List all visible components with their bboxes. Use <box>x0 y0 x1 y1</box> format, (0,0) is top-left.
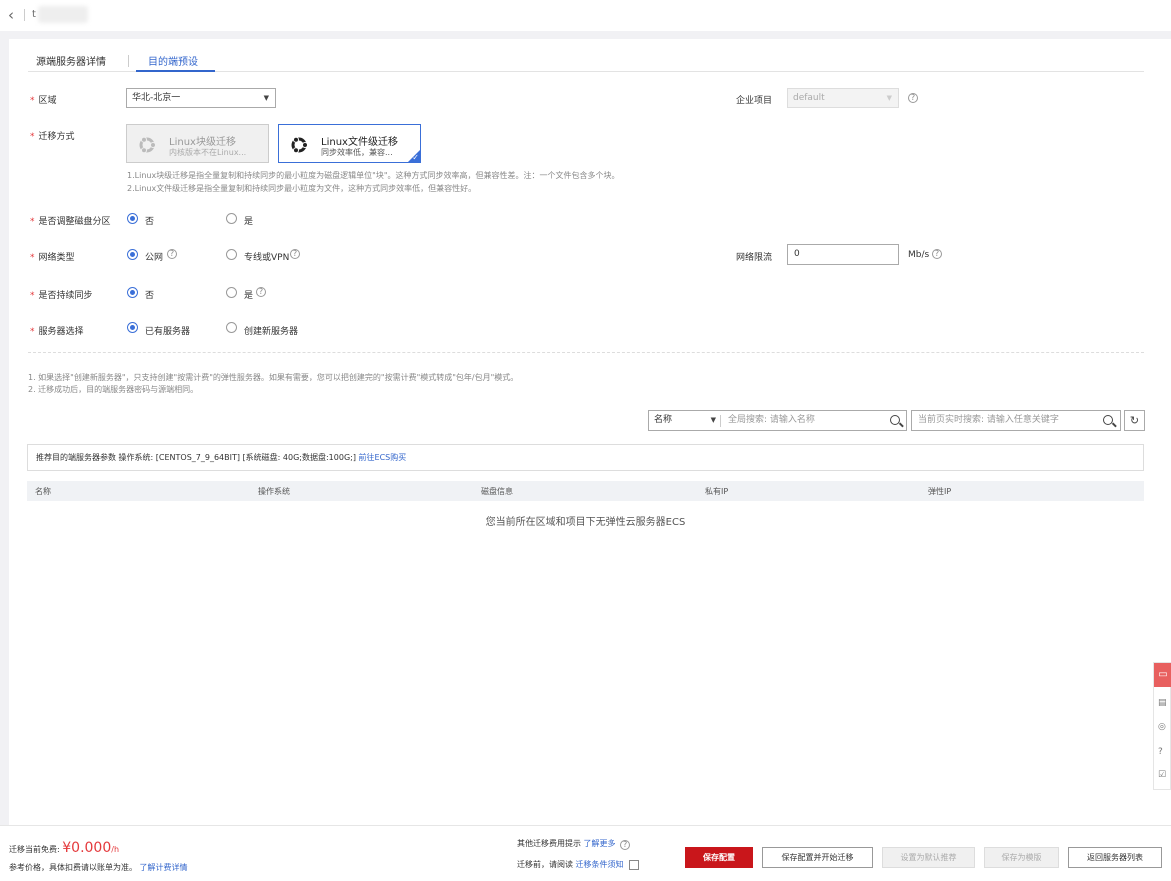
question-icon[interactable]: ? <box>1158 747 1163 757</box>
caret-down-icon: ▼ <box>886 94 892 102</box>
region-select[interactable]: 华北-北京一 ▼ <box>126 88 276 108</box>
sync-label: * 是否持续同步 <box>30 291 93 301</box>
refresh-button[interactable]: ↻ <box>1124 410 1145 431</box>
sync-no-radio[interactable] <box>127 287 138 298</box>
divider <box>24 9 25 21</box>
tip-2: 2. 迁移成功后，目的端服务器密码与源端相同。 <box>28 385 199 394</box>
save-config-button[interactable]: 保存配置 <box>685 847 753 868</box>
set-default-button: 设置为默认推荐 <box>882 847 975 868</box>
tab-target-preset[interactable]: 目的端预设 <box>148 53 198 68</box>
back-to-list-button[interactable]: 返回服务器列表 <box>1068 847 1162 868</box>
migration-note-1: 1.Linux块级迁移是指全量复制和持续同步的最小粒度为磁盘逻辑单位"块"。这种… <box>127 171 620 180</box>
region-label: * 区域 <box>30 96 57 106</box>
sync-yes-radio[interactable] <box>226 287 237 298</box>
option-desc: 同步效率低，兼容... <box>321 148 393 157</box>
table-empty-message: 您当前所在区域和项目下无弹性云服务器ECS <box>485 517 686 528</box>
help-icon[interactable]: ? <box>256 287 266 297</box>
enterprise-select: default ▼ <box>787 88 899 108</box>
help-icon[interactable]: ? <box>290 249 300 259</box>
bottom-bar: 迁移当前免费: ¥0.000/h 参考价格，具体扣费请以账单为准。 了解计费详情… <box>0 825 1171 881</box>
help-icon[interactable]: ? <box>908 93 918 103</box>
page-search-input[interactable]: 当前页实时搜索: 请输入任意关键字 <box>911 410 1121 431</box>
fee-row: 迁移当前免费: ¥0.000/h <box>9 840 120 856</box>
column-header[interactable]: 操作系统 <box>258 486 290 497</box>
partition-yes-radio[interactable] <box>226 213 237 224</box>
option-title: Linux块级迁移 <box>169 137 236 148</box>
document-icon[interactable]: ▤ <box>1158 698 1167 708</box>
table-header: 名称 操作系统 磁盘信息 私有IP 弹性IP <box>27 481 1144 501</box>
server-new-radio[interactable] <box>226 322 237 333</box>
partition-no-radio[interactable] <box>127 213 138 224</box>
sync-no-label: 否 <box>145 291 155 301</box>
migration-label: * 迁移方式 <box>30 132 75 142</box>
ubuntu-icon <box>139 136 156 154</box>
option-file-migration[interactable]: Linux文件级迁移 同步效率低，兼容... ✓ <box>278 124 421 163</box>
recommend-info: 推荐目的端服务器参数 操作系统: [CENTOS_7_9_64BIT] [系统磁… <box>27 444 1144 471</box>
checklist-icon[interactable]: ☑ <box>1158 770 1166 780</box>
column-header[interactable]: 名称 <box>35 486 51 497</box>
help-icon[interactable]: ? <box>620 840 631 850</box>
refresh-icon: ↻ <box>1129 414 1140 427</box>
search-icon[interactable] <box>890 415 900 425</box>
pricing-details-link[interactable]: 了解计费详情 <box>140 863 188 872</box>
bandwidth-label: 网络限流 <box>736 253 773 263</box>
column-header[interactable]: 私有IP <box>705 486 728 497</box>
server-existing-label: 已有服务器 <box>145 327 191 337</box>
sync-yes-label: 是 <box>244 291 254 301</box>
blurred-title <box>38 6 88 23</box>
network-label: * 网络类型 <box>30 253 75 263</box>
option-block-migration[interactable]: Linux块级迁移 内核版本不在Linux... <box>126 124 269 163</box>
server-label: * 服务器选择 <box>30 327 84 337</box>
tip-1: 1. 如果选择"创建新服务器"，只支持创建"按需计费"的弹性服务器。如果有需要，… <box>28 373 519 382</box>
caret-down-icon: ▼ <box>710 416 716 424</box>
tab-bar: 源端服务器详情 目的端预设 <box>28 39 1144 72</box>
learn-more-link[interactable]: 了解更多 <box>584 839 616 848</box>
ecs-buy-link[interactable]: 前往ECS购买 <box>359 453 407 462</box>
agree-checkbox[interactable] <box>629 859 640 870</box>
help-icon[interactable]: ? <box>932 249 942 259</box>
page-title: t <box>32 9 36 20</box>
partition-label: * 是否调整磁盘分区 <box>30 217 111 227</box>
chat-icon[interactable]: ▭ <box>1154 663 1171 687</box>
network-public-radio[interactable] <box>127 249 138 260</box>
migration-note-2: 2.Linux文件级迁移是指全量复制和持续同步最小粒度为文件，这种方式同步效率低… <box>127 184 477 193</box>
ubuntu-icon <box>291 136 308 154</box>
support-icon[interactable]: ◎ <box>1158 722 1166 732</box>
bandwidth-unit: Mb/s <box>908 250 930 260</box>
option-desc: 内核版本不在Linux... <box>169 148 247 157</box>
server-existing-radio[interactable] <box>127 322 138 333</box>
floating-toolbar: ▭ ▤ ◎ ? ☑ <box>1153 662 1171 790</box>
reference-row: 参考价格，具体扣费请以账单为准。 了解计费详情 <box>9 863 188 872</box>
migration-conditions-link[interactable]: 迁移条件须知 <box>576 860 624 869</box>
top-bar: ‹ t <box>0 0 1171 31</box>
partition-yes-label: 是 <box>244 217 254 227</box>
column-header[interactable]: 弹性IP <box>928 486 951 497</box>
caret-down-icon: ▼ <box>263 94 269 102</box>
other-fee-row: 其他迁移费用提示 了解更多 ? <box>517 838 631 850</box>
chevron-left-icon[interactable]: ‹ <box>8 6 14 24</box>
save-and-start-button[interactable]: 保存配置并开始迁移 <box>762 847 873 868</box>
network-public-label: 公网 <box>145 253 164 263</box>
help-icon[interactable]: ? <box>167 249 177 259</box>
network-vpn-radio[interactable] <box>226 249 237 260</box>
bandwidth-input[interactable]: 0 <box>787 244 899 265</box>
server-new-label: 创建新服务器 <box>244 327 299 337</box>
read-row: 迁移前，请阅读 迁移条件须知 <box>517 859 640 870</box>
network-vpn-label: 专线或VPN <box>244 253 290 263</box>
divider <box>128 55 129 67</box>
enterprise-label: 企业项目 <box>736 96 773 106</box>
search-field-select[interactable]: 名称 ▼ <box>648 410 720 431</box>
global-search-input[interactable]: 全局搜索: 请输入名称 <box>720 410 907 431</box>
save-template-button: 保存为模版 <box>984 847 1059 868</box>
search-icon[interactable] <box>1103 415 1113 425</box>
option-title: Linux文件级迁移 <box>321 137 398 148</box>
divider <box>28 352 1144 353</box>
active-tab-indicator <box>136 70 215 72</box>
price-value: ¥0.000 <box>62 840 112 856</box>
partition-no-label: 否 <box>145 217 155 227</box>
tab-source-details[interactable]: 源端服务器详情 <box>36 53 106 68</box>
column-header[interactable]: 磁盘信息 <box>481 486 513 497</box>
check-icon: ✓ <box>412 153 419 162</box>
